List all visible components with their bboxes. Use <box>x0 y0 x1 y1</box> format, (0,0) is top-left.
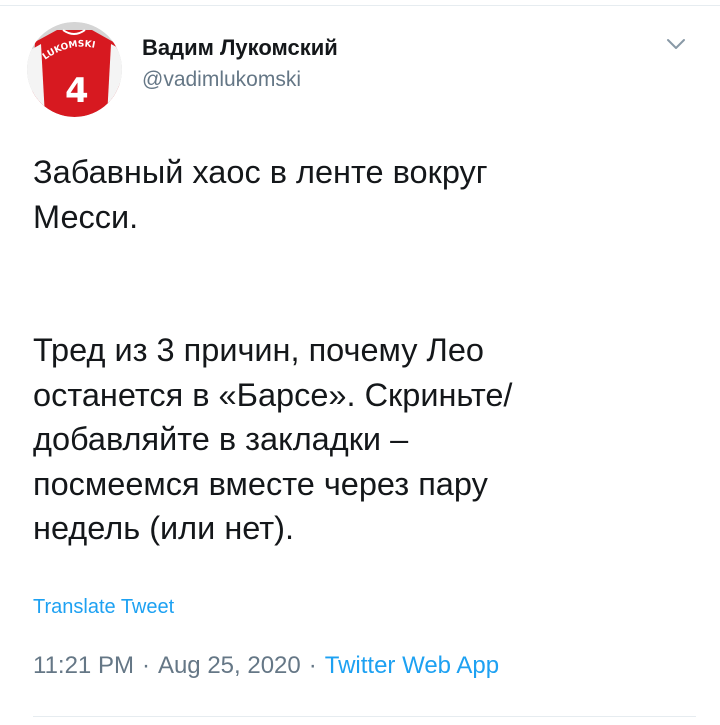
tweet: LUKOMSKI 4 Вадим Лукомский @vadimlukomsk… <box>0 0 720 725</box>
tweet-line: посмеемся вместе через пару <box>33 465 488 502</box>
tweet-line: недель (или нет). <box>33 510 294 546</box>
tweet-line: останется в «Барсе». Скриньте/ <box>33 376 513 413</box>
translate-tweet-link[interactable]: Translate Tweet <box>33 594 174 620</box>
avatar-jersey-number: 4 <box>65 71 89 111</box>
tweet-line: Тред из 3 причин, почему Лео <box>33 332 485 368</box>
author-block[interactable]: Вадим Лукомский @vadimlukomski <box>142 34 338 94</box>
tweet-line: добавляйте в закладки – <box>33 421 409 457</box>
author-handle[interactable]: @vadimlukomski <box>142 66 338 94</box>
tweet-line: Месси. <box>33 198 139 235</box>
bottom-divider <box>33 716 696 717</box>
tweet-meta: 11:21 PM · Aug 25, 2020 · Twitter Web App <box>33 650 499 682</box>
meta-separator: · <box>141 652 150 679</box>
tweet-text: Забавный хаос в ленте вокруг Месси. Тред… <box>33 150 693 551</box>
more-options-button[interactable] <box>662 34 690 54</box>
tweet-date[interactable]: Aug 25, 2020 <box>158 652 301 679</box>
author-display-name[interactable]: Вадим Лукомский <box>142 34 338 62</box>
tweet-time[interactable]: 11:21 PM <box>33 652 134 679</box>
tweet-source-link[interactable]: Twitter Web App <box>325 652 499 679</box>
avatar[interactable]: LUKOMSKI 4 <box>27 22 122 117</box>
avatar-image: LUKOMSKI 4 <box>27 22 122 117</box>
meta-separator: · <box>308 652 317 679</box>
tweet-line: Забавный хаос в ленте вокруг <box>33 154 488 190</box>
chevron-down-icon <box>667 39 685 49</box>
